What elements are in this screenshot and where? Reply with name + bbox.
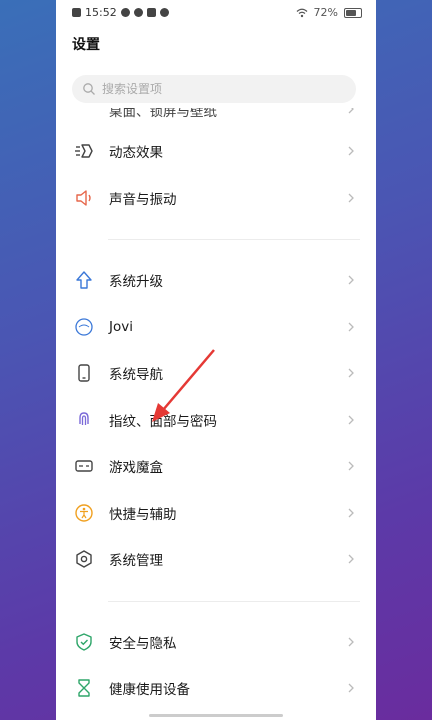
item-label: 系统管理 bbox=[109, 553, 163, 570]
list-item-animation[interactable]: 动态效果 bbox=[56, 128, 376, 175]
speaker-icon bbox=[76, 190, 91, 206]
item-label: 系统升级 bbox=[109, 274, 163, 291]
chevron-right-icon bbox=[348, 683, 354, 693]
chevron-right-icon bbox=[348, 322, 354, 332]
item-label: 快捷与辅助 bbox=[109, 506, 177, 523]
item-label: 系统导航 bbox=[109, 367, 163, 384]
chevron-right-icon bbox=[348, 193, 354, 203]
wallpaper-icon bbox=[74, 108, 94, 128]
list-item-security[interactable]: 安全与隐私 bbox=[56, 619, 376, 666]
item-label: 桌面、锁屏与壁纸 bbox=[109, 108, 217, 120]
list-item-system-management[interactable]: 系统管理 bbox=[56, 536, 376, 583]
section-divider bbox=[56, 221, 376, 257]
settings-list: 桌面、锁屏与壁纸 动态效果 声音与振动 系统升级 Jovi 系统导航 指纹、面部… bbox=[56, 108, 376, 712]
gamepad-icon bbox=[75, 460, 93, 472]
chevron-right-icon bbox=[348, 368, 354, 378]
notification-icon bbox=[133, 8, 143, 17]
animation-icon bbox=[75, 144, 93, 158]
chevron-right-icon bbox=[348, 146, 354, 156]
battery-percent: 72% bbox=[313, 6, 338, 19]
notification-icon bbox=[146, 8, 156, 17]
notification-icon bbox=[159, 8, 169, 17]
chevron-right-icon bbox=[348, 637, 354, 647]
chevron-right-icon bbox=[348, 415, 354, 425]
arrow-up-icon bbox=[76, 271, 92, 289]
item-label: 动态效果 bbox=[109, 145, 163, 162]
notification-icon bbox=[120, 8, 130, 17]
list-item-wallpaper[interactable]: 桌面、锁屏与壁纸 bbox=[56, 108, 376, 128]
hourglass-icon bbox=[78, 679, 90, 697]
list-item-navigation[interactable]: 系统导航 bbox=[56, 350, 376, 397]
list-item-game[interactable]: 游戏魔盒 bbox=[56, 443, 376, 490]
section-divider bbox=[56, 583, 376, 619]
list-item-biometrics[interactable]: 指纹、面部与密码 bbox=[56, 397, 376, 444]
gear-icon bbox=[76, 550, 92, 568]
status-time: 15:52 bbox=[85, 6, 117, 19]
list-item-jovi[interactable]: Jovi bbox=[56, 304, 376, 351]
item-label: 声音与振动 bbox=[109, 191, 177, 208]
chevron-right-icon bbox=[348, 508, 354, 518]
list-item-update[interactable]: 系统升级 bbox=[56, 257, 376, 304]
sim-icon bbox=[72, 8, 81, 17]
accessibility-icon bbox=[75, 504, 93, 522]
chevron-right-icon bbox=[348, 461, 354, 471]
battery-icon bbox=[344, 7, 362, 18]
list-item-sound[interactable]: 声音与振动 bbox=[56, 175, 376, 222]
phone-icon bbox=[78, 364, 90, 382]
shield-icon bbox=[76, 633, 92, 651]
phone-screen: 15:52 72% 设置 桌面、锁屏与壁纸 bbox=[56, 0, 376, 720]
home-indicator bbox=[149, 714, 283, 717]
search-input[interactable] bbox=[102, 82, 332, 96]
chevron-right-icon bbox=[348, 554, 354, 564]
jovi-icon bbox=[75, 318, 93, 336]
fingerprint-icon bbox=[79, 412, 89, 425]
page-title: 设置 bbox=[72, 37, 100, 53]
search-icon bbox=[83, 83, 95, 95]
list-item-shortcut[interactable]: 快捷与辅助 bbox=[56, 490, 376, 537]
chevron-right-icon bbox=[348, 108, 354, 114]
status-bar: 15:52 72% bbox=[56, 0, 376, 26]
search-bar[interactable] bbox=[72, 75, 356, 103]
chevron-right-icon bbox=[348, 275, 354, 285]
wifi-icon bbox=[296, 8, 307, 17]
item-label: 健康使用设备 bbox=[109, 682, 190, 699]
list-item-health[interactable]: 健康使用设备 bbox=[56, 665, 376, 712]
item-label: 游戏魔盒 bbox=[109, 460, 163, 477]
item-label: 安全与隐私 bbox=[109, 635, 177, 652]
item-label: 指纹、面部与密码 bbox=[109, 413, 217, 430]
item-label: Jovi bbox=[109, 318, 133, 335]
